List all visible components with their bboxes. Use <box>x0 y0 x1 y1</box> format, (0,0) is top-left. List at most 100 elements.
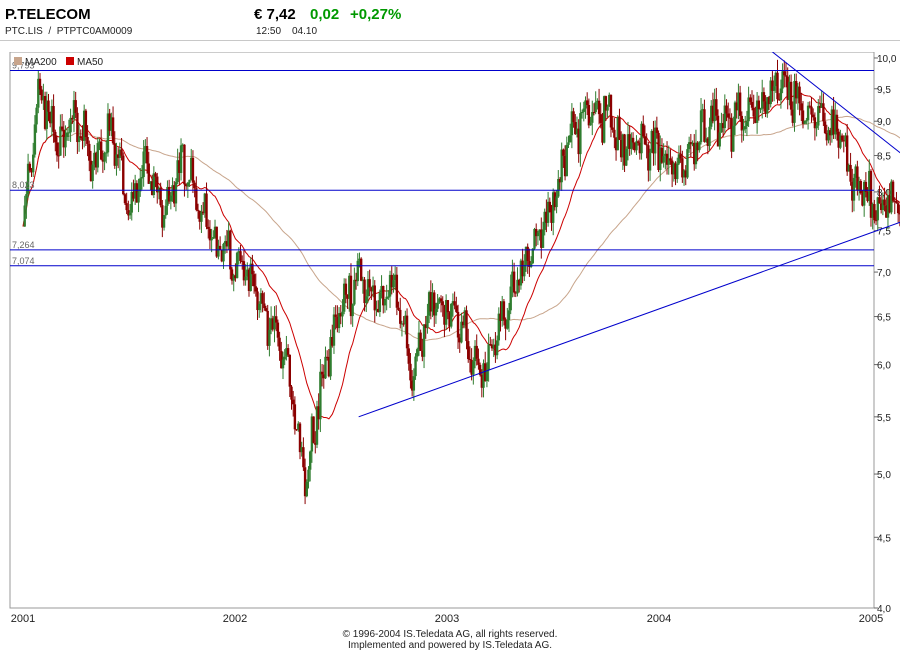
candle-body <box>239 251 242 261</box>
candle-body <box>455 305 458 312</box>
candle-body <box>365 296 368 304</box>
candle-body <box>193 182 196 189</box>
candle-body <box>475 345 478 359</box>
candle-body <box>38 78 42 90</box>
candle-body <box>789 81 793 110</box>
candle-body <box>655 127 659 133</box>
candle-body <box>815 125 818 129</box>
candle-body <box>147 163 150 184</box>
candle-body <box>84 110 88 138</box>
candle-body <box>368 279 371 288</box>
y-tick-label: 7,0 <box>877 268 891 279</box>
candle-body <box>752 107 755 117</box>
candle-body <box>33 124 37 155</box>
candle-body <box>718 132 721 147</box>
candle-body <box>79 136 82 139</box>
candle-body <box>208 228 212 241</box>
candle-body <box>283 356 286 360</box>
candle-body <box>169 195 173 202</box>
candle-body <box>523 264 526 277</box>
candle-body <box>708 126 711 147</box>
candle-body <box>823 121 827 134</box>
candle-body <box>784 75 788 77</box>
y-tick-label: 5,5 <box>877 413 891 424</box>
isin-code: PTPTC0AM0009 <box>56 26 133 37</box>
candle-body <box>295 429 298 431</box>
candle-body <box>562 149 565 156</box>
candle-body <box>585 100 589 105</box>
candle-body <box>645 144 648 146</box>
candle-body <box>139 178 142 192</box>
candle-body <box>179 145 183 173</box>
candle-body <box>495 340 499 356</box>
candle-body <box>35 107 38 125</box>
candle-body <box>698 142 701 151</box>
candle-body <box>745 121 749 127</box>
candle-body <box>268 329 271 346</box>
candle-body <box>679 154 682 159</box>
candle-body <box>351 304 354 317</box>
candle-body <box>618 117 621 140</box>
candle-body <box>69 117 72 133</box>
candle-body <box>286 348 290 355</box>
candle-body <box>606 106 609 111</box>
candle-body <box>742 129 745 131</box>
candle-body <box>426 315 429 328</box>
candle-body <box>341 311 344 317</box>
candle-body <box>536 232 540 237</box>
candle-body <box>278 337 281 351</box>
candle-body <box>359 258 363 281</box>
candle-body <box>261 293 264 304</box>
candle-body <box>164 205 167 216</box>
candle-body <box>319 371 322 420</box>
candle-body <box>387 296 390 298</box>
candle-body <box>800 103 803 111</box>
candle-body <box>750 101 754 108</box>
candle-body <box>47 100 50 112</box>
candle-body <box>276 322 280 338</box>
candle-body <box>762 92 766 102</box>
candle-body <box>378 292 382 312</box>
candle-body <box>397 307 400 310</box>
candle-body <box>207 226 210 229</box>
candle-body <box>715 99 718 116</box>
candle-body <box>548 201 551 213</box>
candle-body <box>412 376 416 391</box>
candle-body <box>405 315 409 349</box>
candle-body <box>507 310 511 321</box>
candle-body <box>307 469 310 482</box>
candle-body <box>896 203 900 214</box>
candle-body <box>188 179 191 183</box>
candle-body <box>74 100 77 113</box>
candle-body <box>567 142 570 145</box>
candle-body <box>643 136 647 145</box>
candle-body <box>320 371 324 375</box>
candle-body <box>137 191 140 203</box>
candle-body <box>324 356 327 379</box>
candle-body <box>609 94 613 128</box>
quote-header: P.TELECOM PTC.LIS / PTPTC0AM0009 € 7,42 … <box>0 0 900 41</box>
candle-body <box>392 280 395 288</box>
candle-body <box>281 359 285 369</box>
code-separator: / <box>48 26 52 37</box>
candle-body <box>140 177 144 179</box>
candle-body <box>811 114 815 118</box>
candle-body <box>783 71 786 76</box>
candle-body <box>597 100 601 115</box>
candle-body <box>414 356 417 377</box>
candle-body <box>308 451 312 470</box>
candle-body <box>686 149 689 178</box>
candle-body <box>565 144 568 177</box>
legend-swatch <box>66 57 74 65</box>
candle-body <box>840 135 844 141</box>
instrument-codes: PTC.LIS / PTPTC0AM0009 <box>5 26 132 37</box>
candle-body <box>334 314 337 317</box>
candle-body <box>883 199 886 206</box>
candle-body <box>244 276 247 281</box>
candle-body <box>808 105 811 107</box>
candle-body <box>64 136 67 148</box>
candle-body <box>744 126 747 130</box>
candle-body <box>446 300 450 313</box>
candle-body <box>251 263 254 275</box>
candle-body <box>873 204 876 221</box>
